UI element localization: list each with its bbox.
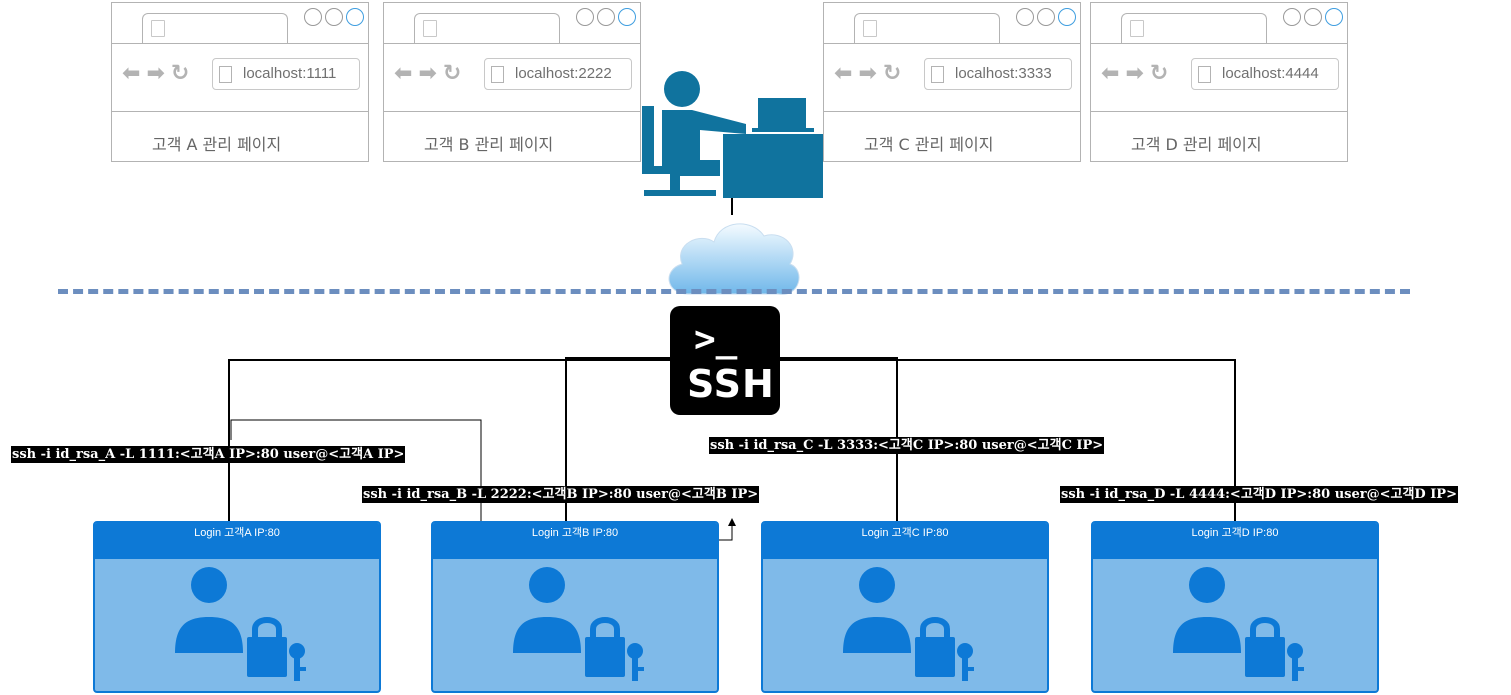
ssh-label: SSH <box>687 362 775 406</box>
browser-window-a: ⬅ ➡ ↻ localhost:1111 고객 A 관리 페이지 <box>111 2 369 162</box>
forward-arrow-icon[interactable]: ➡ <box>1125 63 1143 85</box>
page-title: 고객 B 관리 페이지 <box>424 135 554 154</box>
url-text: localhost:2222 <box>515 65 612 82</box>
browser-tab[interactable] <box>1121 13 1267 44</box>
window-control-icon[interactable] <box>1037 8 1055 26</box>
back-arrow-icon[interactable]: ⬅ <box>834 63 852 85</box>
url-text: localhost:3333 <box>955 65 1052 82</box>
user-lock-icon <box>513 567 644 681</box>
command-label-a: ssh -i id_rsa_A -L 1111:<고객A IP>:80 user… <box>11 446 406 463</box>
address-bar[interactable]: localhost:4444 <box>1191 58 1339 90</box>
reload-icon[interactable]: ↻ <box>883 63 901 85</box>
login-panel-title: Login 고객D IP:80 <box>1191 527 1279 539</box>
login-panel-title: Login 고객A IP:80 <box>194 527 280 539</box>
user-lock-icon <box>843 567 974 681</box>
address-bar[interactable]: localhost:3333 <box>924 58 1072 90</box>
window-control-icon[interactable] <box>1016 8 1034 26</box>
address-bar[interactable]: localhost:2222 <box>484 58 632 90</box>
reload-icon[interactable]: ↻ <box>171 63 189 85</box>
browser-window-d: ⬅ ➡ ↻ localhost:4444 고객 D 관리 페이지 <box>1090 2 1348 162</box>
network-boundary-line <box>58 289 1410 294</box>
page-icon <box>1130 20 1144 37</box>
window-control-icon[interactable] <box>618 8 636 26</box>
login-panel-c: Login 고객C IP:80 <box>761 521 1049 693</box>
command-label-b: ssh -i id_rsa_B -L 2222:<고객B IP>:80 user… <box>362 486 760 503</box>
browser-window-b: ⬅ ➡ ↻ localhost:2222 고객 B 관리 페이지 <box>383 2 641 162</box>
login-panel-a: Login 고객A IP:80 <box>93 521 381 693</box>
browser-window-c: ⬅ ➡ ↻ localhost:3333 고객 C 관리 페이지 <box>823 2 1081 162</box>
document-icon <box>491 66 504 83</box>
user-at-desk-icon <box>642 71 823 198</box>
window-control-icon[interactable] <box>576 8 594 26</box>
page-title: 고객 C 관리 페이지 <box>864 135 994 154</box>
window-control-icon[interactable] <box>304 8 322 26</box>
forward-arrow-icon[interactable]: ➡ <box>146 63 164 85</box>
url-text: localhost:1111 <box>243 65 337 82</box>
tunnel-arrowhead <box>728 518 736 526</box>
ssh-icon: >_ SSH <box>670 306 780 415</box>
page-icon <box>863 20 877 37</box>
window-control-icon[interactable] <box>325 8 343 26</box>
forward-arrow-icon[interactable]: ➡ <box>418 63 436 85</box>
window-control-icon[interactable] <box>1283 8 1301 26</box>
back-arrow-icon[interactable]: ⬅ <box>122 63 140 85</box>
page-title: 고객 A 관리 페이지 <box>152 135 282 154</box>
login-panel-title: Login 고객C IP:80 <box>861 527 949 539</box>
login-panel-title: Login 고객B IP:80 <box>531 527 619 539</box>
ssh-prompt: >_ <box>694 319 738 360</box>
page-title: 고객 D 관리 페이지 <box>1131 135 1262 154</box>
document-icon <box>219 66 232 83</box>
browser-tab[interactable] <box>142 13 288 44</box>
page-icon <box>423 20 437 37</box>
window-control-icon[interactable] <box>1304 8 1322 26</box>
back-arrow-icon[interactable]: ⬅ <box>1101 63 1119 85</box>
reload-icon[interactable]: ↻ <box>1150 63 1168 85</box>
window-control-icon[interactable] <box>597 8 615 26</box>
command-label-d: ssh -i id_rsa_D -L 4444:<고객D IP>:80 user… <box>1060 486 1458 503</box>
window-control-icon[interactable] <box>1325 8 1343 26</box>
document-icon <box>1198 66 1211 83</box>
page-icon <box>151 20 165 37</box>
url-text: localhost:4444 <box>1222 65 1319 82</box>
login-panel-b: Login 고객B IP:80 <box>431 521 719 693</box>
window-control-icon[interactable] <box>346 8 364 26</box>
document-icon <box>931 66 944 83</box>
forward-arrow-icon[interactable]: ➡ <box>858 63 876 85</box>
command-label-c: ssh -i id_rsa_C -L 3333:<고객C IP>:80 user… <box>709 437 1105 454</box>
window-control-icon[interactable] <box>1058 8 1076 26</box>
address-bar[interactable]: localhost:1111 <box>212 58 360 90</box>
browser-tab[interactable] <box>414 13 560 44</box>
reload-icon[interactable]: ↻ <box>443 63 461 85</box>
user-lock-icon <box>1173 567 1304 681</box>
back-arrow-icon[interactable]: ⬅ <box>394 63 412 85</box>
browser-tab[interactable] <box>854 13 1000 44</box>
login-panel-d: Login 고객D IP:80 <box>1091 521 1379 693</box>
user-lock-icon <box>175 567 306 681</box>
